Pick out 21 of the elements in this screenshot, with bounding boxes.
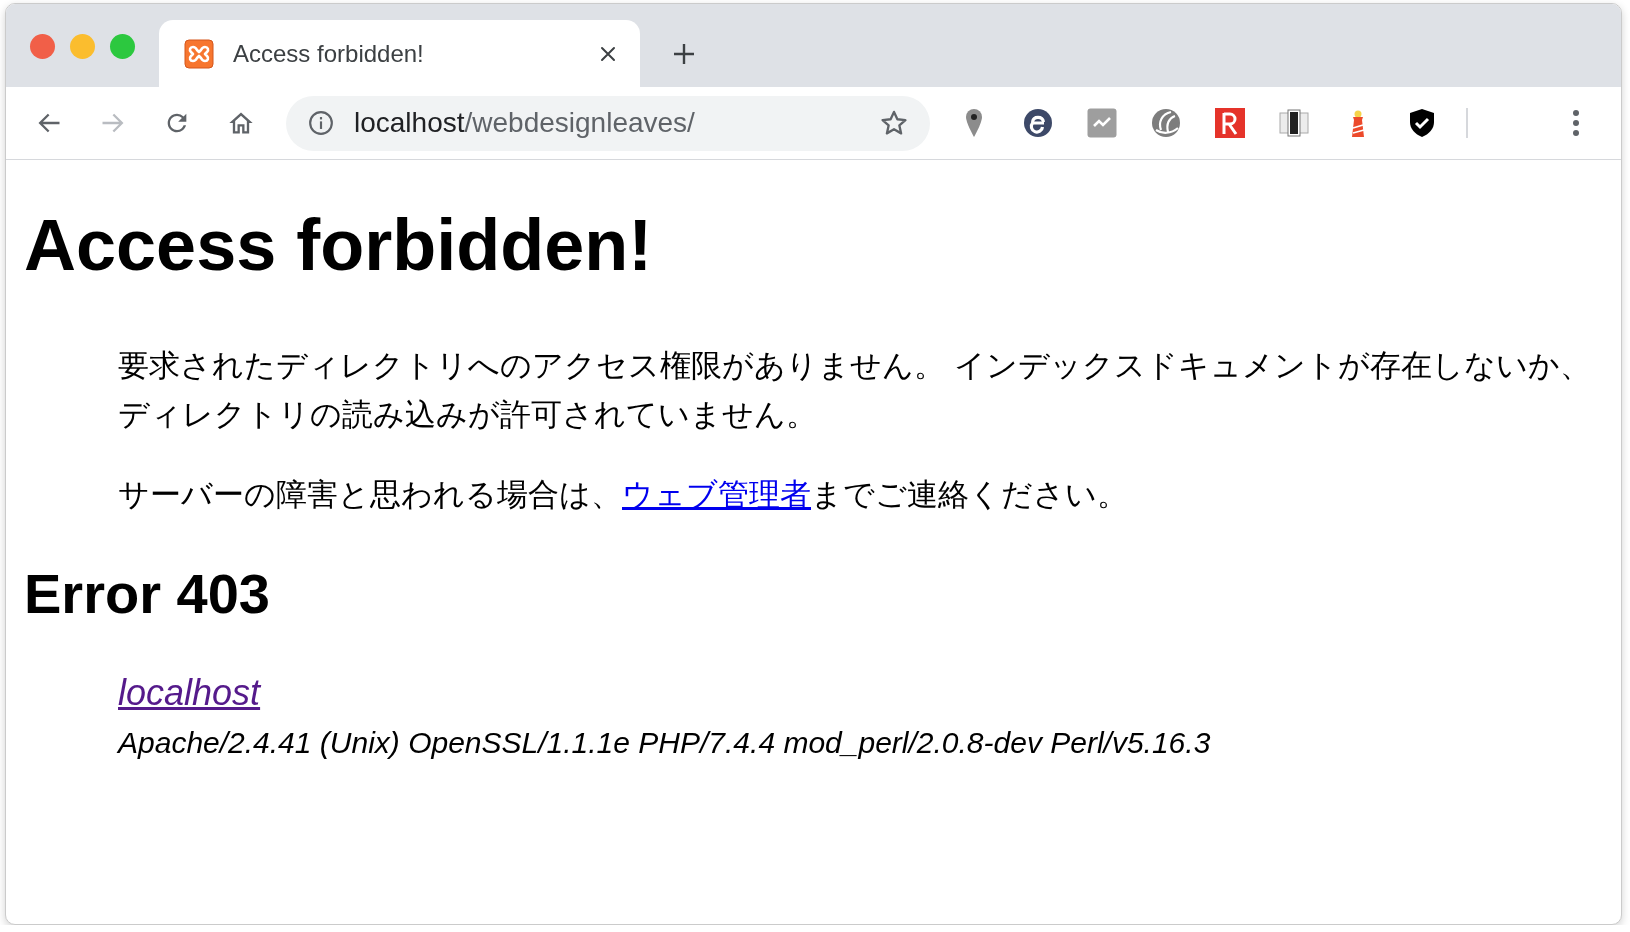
menu-icon[interactable] (1572, 109, 1580, 137)
letter-tile-icon[interactable] (1215, 108, 1245, 138)
error-code-heading: Error 403 (24, 562, 270, 626)
host-link[interactable]: localhost (118, 668, 261, 718)
bookmark-star-icon[interactable] (880, 109, 908, 137)
address-field[interactable]: localhost/webdesignleaves/ (286, 95, 930, 151)
contact-message: サーバーの障害と思われる場合は、ウェブ管理者 までご連絡ください。 (118, 476, 1128, 514)
error-message: 要求されたディレクトリへのアクセス権限がありません。 インデックスドキュメントが存在しないか、ディレクトリの読み込みが許可されていません。 (118, 347, 1592, 434)
device-frame-icon[interactable] (1279, 108, 1309, 138)
logo-icon (184, 38, 214, 69)
new-tab-plus-icon[interactable] (673, 43, 695, 65)
close-icon[interactable] (600, 45, 616, 62)
browser-tab[interactable]: Access forbidden! (159, 20, 640, 87)
chart-tile-icon[interactable] (1087, 108, 1117, 138)
server-signature: Apache/2.4.41 (Unix) OpenSSL/1.1.1e PHP/7.4.4 mod_perl/2.0.8-dev Perl/v5.16.3 (118, 725, 1211, 761)
page-heading: Access forbidden! (24, 204, 653, 287)
shield-check-icon[interactable] (1407, 108, 1437, 138)
webmaster-link[interactable]: ウェブ管理者 (622, 477, 811, 512)
info-icon[interactable] (308, 110, 334, 136)
ring-logo-icon[interactable] (1023, 108, 1053, 138)
swirl-globe-icon[interactable] (1151, 108, 1181, 138)
